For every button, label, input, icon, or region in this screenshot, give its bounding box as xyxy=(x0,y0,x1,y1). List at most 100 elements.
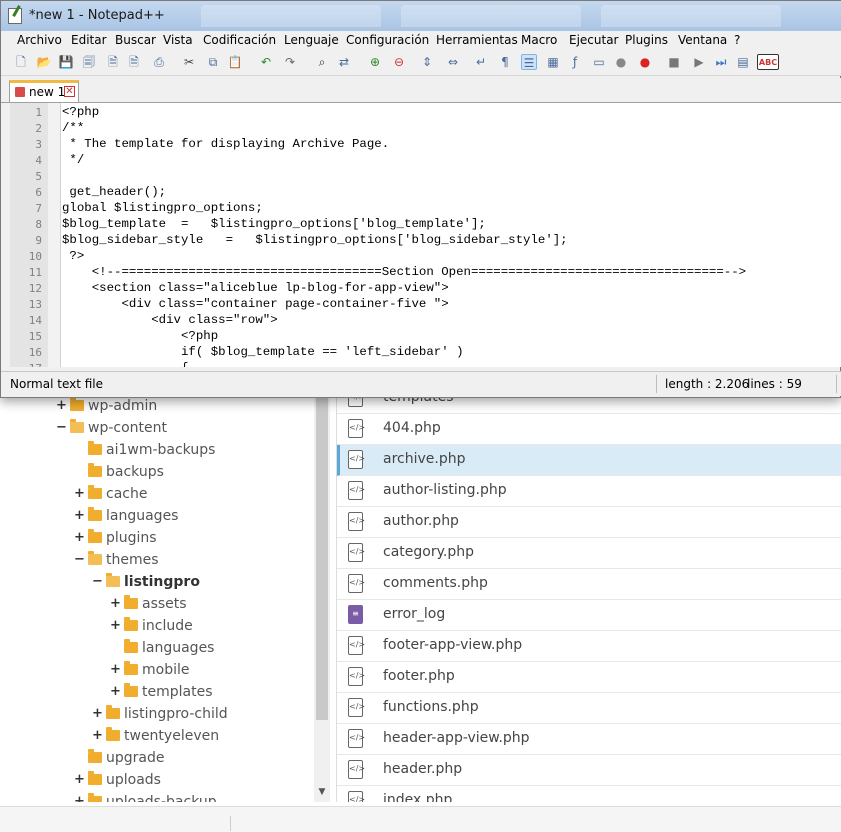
tree-item[interactable]: + mobile xyxy=(0,659,314,681)
tree-item[interactable]: + cache xyxy=(0,483,314,505)
cut-icon[interactable]: ✂ xyxy=(181,54,197,70)
menu-ejecutar[interactable]: Ejecutar xyxy=(569,33,619,47)
file-row[interactable]: </> 404.php xyxy=(337,414,841,445)
new-file-icon[interactable]: 🗋 xyxy=(13,54,29,70)
file-row[interactable]: </> header-app-view.php xyxy=(337,724,841,755)
menu-lenguaje[interactable]: Lenguaje xyxy=(284,33,339,47)
close-all-icon[interactable]: 🗎 xyxy=(126,54,142,70)
code-line[interactable]: <!--===================================S… xyxy=(62,265,746,279)
monitoring-icon[interactable]: ● xyxy=(613,54,629,70)
code-line[interactable]: <section class="aliceblue lp-blog-for-ap… xyxy=(62,281,449,295)
sync-vertical-icon[interactable]: ⇕ xyxy=(419,54,435,70)
file-row[interactable]: </> category.php xyxy=(337,538,841,569)
tree-item[interactable]: + uploads-backup xyxy=(0,791,314,802)
zoom-out-icon[interactable]: ⊖ xyxy=(391,54,407,70)
sync-horizontal-icon[interactable]: ⇔ xyxy=(445,54,461,70)
expand-icon[interactable]: + xyxy=(110,681,121,703)
collapse-icon[interactable]: − xyxy=(74,549,85,571)
menu-editar[interactable]: Editar xyxy=(71,33,107,47)
tree-item[interactable]: + templates xyxy=(0,681,314,703)
tree-item[interactable]: + wp-admin xyxy=(0,395,314,417)
code-line[interactable]: */ xyxy=(62,153,84,167)
tree-item[interactable]: + twentyeleven xyxy=(0,725,314,747)
expand-icon[interactable]: + xyxy=(74,483,85,505)
tree-item[interactable]: − wp-content xyxy=(0,417,314,439)
menu-archivo[interactable]: Archivo xyxy=(17,33,62,47)
find-icon[interactable]: ⌕ xyxy=(314,54,330,70)
expand-icon[interactable]: + xyxy=(74,527,85,549)
expand-icon[interactable]: + xyxy=(110,659,121,681)
tree-item[interactable]: backups xyxy=(0,461,314,483)
collapse-icon[interactable]: − xyxy=(92,571,103,593)
copy-icon[interactable]: ⧉ xyxy=(205,54,221,70)
record-macro-icon[interactable]: ● xyxy=(637,54,653,70)
document-map-icon[interactable]: ▦ xyxy=(545,54,561,70)
tree-item[interactable]: + assets xyxy=(0,593,314,615)
redo-icon[interactable]: ↷ xyxy=(282,54,298,70)
tree-item[interactable]: + listingpro-child xyxy=(0,703,314,725)
code-line[interactable]: global $listingpro_options; xyxy=(62,201,263,215)
fold-margin[interactable] xyxy=(48,103,60,367)
word-wrap-icon[interactable]: ↵ xyxy=(473,54,489,70)
code-line[interactable]: <div class="container page-container-fiv… xyxy=(62,297,448,311)
menu-ventana[interactable]: Ventana xyxy=(678,33,727,47)
code-line[interactable]: <div class="row"> xyxy=(62,313,277,327)
expand-icon[interactable]: + xyxy=(74,505,85,527)
menu-codificacin[interactable]: Codificación xyxy=(203,33,276,47)
show-all-chars-icon[interactable]: ¶ xyxy=(497,54,513,70)
tree-item[interactable]: ai1wm-backups xyxy=(0,439,314,461)
expand-icon[interactable]: + xyxy=(74,791,85,802)
tab-close-icon[interactable]: ✕ xyxy=(64,86,75,97)
file-row[interactable]: </> header.php xyxy=(337,755,841,786)
expand-icon[interactable]: + xyxy=(74,769,85,791)
menu-vista[interactable]: Vista xyxy=(163,33,193,47)
save-icon[interactable]: 💾 xyxy=(58,54,74,70)
tree-item[interactable]: + plugins xyxy=(0,527,314,549)
save-all-icon[interactable]: 🗐 xyxy=(81,54,97,70)
folder-workspace-icon[interactable]: ▭ xyxy=(591,54,607,70)
file-row[interactable]: </> archive.php xyxy=(337,445,841,476)
undo-icon[interactable]: ↶ xyxy=(258,54,274,70)
tree-item[interactable]: + uploads xyxy=(0,769,314,791)
tree-item[interactable]: + include xyxy=(0,615,314,637)
indent-guide-icon[interactable]: ☰ xyxy=(521,54,537,70)
close-icon[interactable]: 🗎 xyxy=(105,54,121,70)
code-line[interactable]: $blog_template = $listingpro_options['bl… xyxy=(62,217,486,231)
expand-icon[interactable]: + xyxy=(92,703,103,725)
tree-item[interactable]: − listingpro xyxy=(0,571,314,593)
expand-icon[interactable]: + xyxy=(56,395,67,417)
tree-item[interactable]: upgrade xyxy=(0,747,314,769)
file-row[interactable]: </> index.php xyxy=(337,786,841,802)
expand-icon[interactable]: + xyxy=(110,615,121,637)
tab-new-1[interactable]: new 1 ✕ xyxy=(9,80,79,102)
tree-item[interactable]: − themes xyxy=(0,549,314,571)
menu-macro[interactable]: Macro xyxy=(521,33,557,47)
zoom-in-icon[interactable]: ⊕ xyxy=(367,54,383,70)
replace-icon[interactable]: ⇄ xyxy=(336,54,352,70)
folder-tree-scroll-thumb[interactable] xyxy=(316,395,328,720)
menu-plugins[interactable]: Plugins xyxy=(625,33,668,47)
file-row[interactable]: </> author.php xyxy=(337,507,841,538)
code-line[interactable]: /** xyxy=(62,121,84,135)
code-line[interactable]: <?php xyxy=(62,105,99,119)
spell-check-icon[interactable]: ABC xyxy=(757,54,779,70)
file-row[interactable]: </> footer.php xyxy=(337,662,841,693)
menu-buscar[interactable]: Buscar xyxy=(115,33,156,47)
function-list-icon[interactable]: ƒ xyxy=(567,54,583,70)
stop-macro-icon[interactable]: ■ xyxy=(666,54,682,70)
code-line[interactable]: $blog_sidebar_style = $listingpro_option… xyxy=(62,233,568,247)
tree-item[interactable]: languages xyxy=(0,637,314,659)
expand-icon[interactable]: + xyxy=(92,725,103,747)
save-macro-icon[interactable]: ▤ xyxy=(735,54,751,70)
file-row[interactable]: ≡ error_log xyxy=(337,600,841,631)
print-icon[interactable]: ⎙ xyxy=(151,54,167,70)
file-row[interactable]: </> functions.php xyxy=(337,693,841,724)
code-line[interactable]: ?> xyxy=(62,249,84,263)
title-bar[interactable]: *new 1 - Notepad++ xyxy=(1,1,841,31)
code-editor[interactable]: 1234567891011121314151617 <?php/** * The… xyxy=(10,103,841,367)
file-row[interactable]: </> comments.php xyxy=(337,569,841,600)
expand-icon[interactable]: + xyxy=(110,593,121,615)
file-row[interactable]: </> author-listing.php xyxy=(337,476,841,507)
code-line[interactable]: <?php xyxy=(62,329,218,343)
collapse-icon[interactable]: − xyxy=(56,417,67,439)
